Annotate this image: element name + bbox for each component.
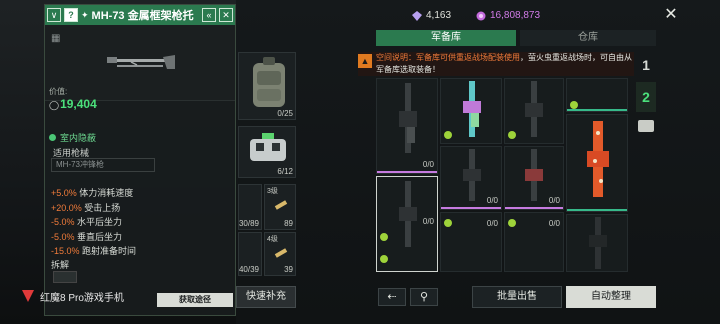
stat-row: -15.0% 跑射准备时间 [51, 246, 137, 256]
tag-row: 室内隐蔽 [49, 131, 96, 144]
stat-list: +5.0% 体力消耗速度 +20.0% 受击上扬 -5.0% 水平后坐力 -5.… [51, 186, 136, 259]
coin-icon [476, 11, 486, 20]
rarity-bar [567, 109, 627, 111]
detail-header: ∨ ? ✦ MH-73 金属框架枪托 « ✕ [45, 5, 235, 25]
stat-row: -5.0% 垂直后坐力 [51, 231, 123, 242]
search-button[interactable]: ⚲ [410, 288, 438, 306]
sparkle-icon: ✦ [81, 9, 89, 20]
armory-cell[interactable] [566, 114, 628, 212]
tab-armory[interactable]: 军备库 [376, 30, 516, 46]
coin-balance: 16,808,873 [476, 10, 540, 21]
armory-cell[interactable]: 0/0 [376, 78, 438, 174]
rarity-bar [567, 209, 627, 211]
item-preview: ▦ [45, 25, 235, 101]
armory-cell[interactable]: 0/0 [504, 146, 564, 210]
rarity-bar [377, 171, 437, 173]
armory-cell-selected[interactable]: 0/0 [376, 176, 438, 272]
ammo-slot[interactable]: 30/89 [238, 184, 262, 230]
warning-icon: ▲ [358, 54, 372, 68]
source-button[interactable]: 获取途径 [157, 293, 233, 307]
bullet-icon [274, 200, 288, 210]
armory-cell[interactable]: 0/0 [440, 212, 502, 272]
disassemble-part-thumb[interactable] [53, 271, 77, 283]
armory-cell[interactable] [566, 214, 628, 272]
giraffe-skin-gun-icon [587, 121, 609, 197]
tag-dot-icon [49, 134, 56, 141]
device-watermark: 红魔8 Pro游戏手机 [20, 288, 124, 304]
backpack-slot[interactable]: 0/25 [238, 52, 296, 120]
rarity-bar [505, 207, 563, 209]
attachment-icon [444, 131, 452, 139]
smg-icon [589, 217, 607, 269]
attachment-icon [570, 101, 578, 109]
price-amount: 19,404 [60, 97, 97, 111]
smg-icon [463, 149, 481, 201]
attachment-icon [508, 131, 516, 139]
back-arrow-button[interactable]: ⇠ [378, 288, 406, 306]
armor-slot[interactable]: 6/12 [238, 126, 296, 178]
redmagic-logo-icon [22, 290, 34, 302]
vest-icon [250, 133, 286, 161]
stat-row: -5.0% 水平后坐力 [51, 217, 123, 227]
grid-icon: ▦ [51, 33, 61, 44]
close-icon[interactable]: ✕ [662, 6, 680, 24]
quick-fill-button[interactable]: 快速补充 [236, 286, 296, 308]
bullet-icon [274, 248, 288, 258]
auto-sort-button[interactable]: 自动整理 [566, 286, 656, 308]
armory-cell[interactable]: 0/0 [504, 212, 564, 272]
notice-text: 空间说明：军备库可供重返战场配装使用，萤火虫重返战场时，可自由从军备库选取装备！ [376, 53, 632, 74]
space-notice: ▲ 空间说明：军备库可供重返战场配装使用，萤火虫重返战场时，可自由从军备库选取装… [358, 52, 634, 76]
stat-row: +20.0% 受击上扬 [51, 202, 121, 213]
quality-icon: ◯ [49, 100, 60, 110]
attachment-icon [508, 219, 516, 227]
level-badge: ? [64, 8, 78, 22]
toolbox-icon[interactable] [638, 120, 654, 132]
backpack-icon [253, 57, 285, 107]
expand-button[interactable]: « [202, 8, 216, 22]
ammo-slot[interactable]: 4级 39 [264, 232, 296, 276]
compat-weapon[interactable]: MH-73冲锋枪 [51, 158, 155, 172]
smg-icon [399, 181, 417, 247]
stock-icon [107, 55, 175, 69]
page-2-tab[interactable]: 2 [636, 82, 656, 112]
gem-balance: 4,163 [412, 10, 451, 21]
attachment-icon [380, 233, 388, 241]
smg-icon [399, 83, 417, 153]
bulk-sell-button[interactable]: 批量出售 [472, 286, 562, 308]
item-detail-panel: ∨ ? ✦ MH-73 金属框架枪托 « ✕ ▦ 价值: ◯19,404 室内隐… [44, 4, 236, 316]
item-title: MH-73 金属框架枪托 [91, 10, 194, 22]
armory-cell[interactable] [504, 78, 564, 144]
attachment-icon [444, 219, 452, 227]
collapse-button[interactable]: ∨ [47, 8, 61, 22]
ammo-slot[interactable]: 40/39 [238, 232, 262, 276]
attachment-icon [380, 255, 388, 263]
price-value: ◯19,404 [49, 97, 97, 111]
tag-label: 室内隐蔽 [60, 133, 97, 143]
armory-cell[interactable]: 0/0 [440, 146, 502, 210]
smg-icon [525, 81, 543, 137]
diamond-icon [412, 10, 422, 21]
close-detail-button[interactable]: ✕ [219, 8, 233, 22]
tab-warehouse[interactable]: 仓库 [520, 30, 656, 46]
price-label: 价值: [49, 87, 68, 96]
page-1-tab[interactable]: 1 [636, 50, 656, 80]
disassemble-label: 拆解 [51, 260, 70, 270]
smg-red-icon [525, 149, 543, 201]
armory-cell[interactable] [440, 78, 502, 144]
stat-row: +5.0% 体力消耗速度 [51, 188, 134, 198]
smg-camo-icon [463, 81, 481, 137]
ammo-slot[interactable]: 3级 89 [264, 184, 296, 230]
armory-cell[interactable] [566, 78, 628, 112]
rarity-bar [441, 207, 501, 209]
